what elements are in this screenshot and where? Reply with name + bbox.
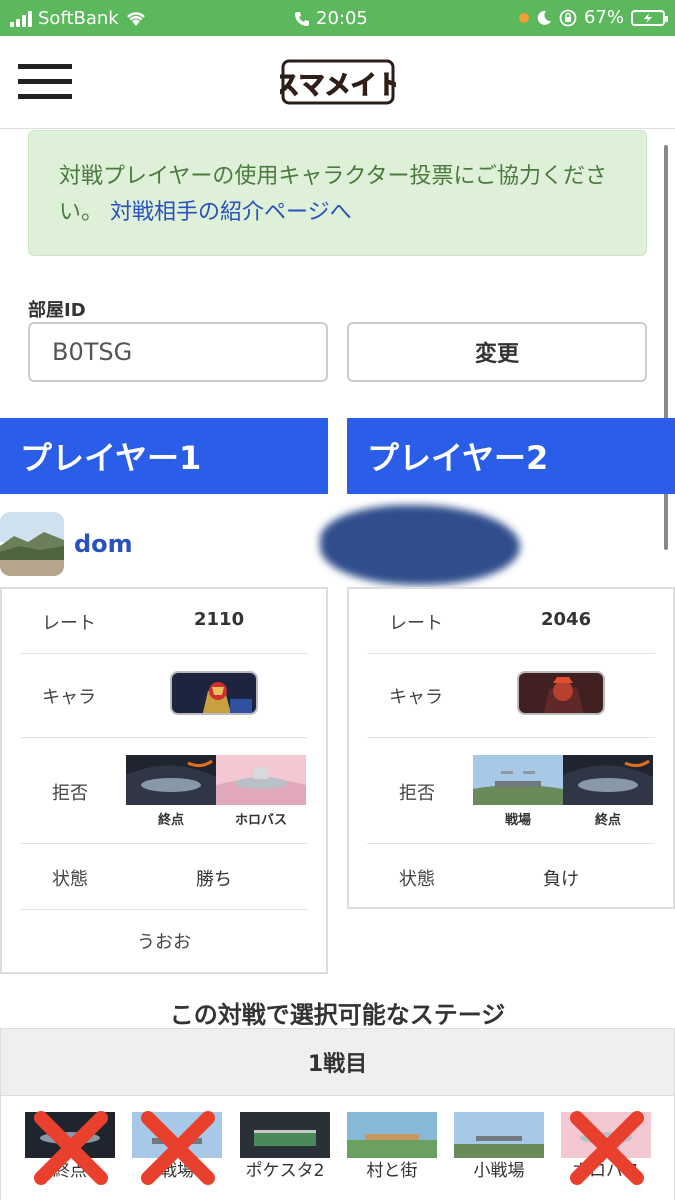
carrier-name: SoftBank — [38, 8, 119, 29]
wifi-icon — [126, 11, 145, 26]
stage-name: 村と街 — [366, 1161, 418, 1181]
reject-stage-thumb — [216, 755, 306, 805]
redacted-player2-identity — [320, 505, 520, 585]
site-logo[interactable]: スマメイト — [280, 56, 396, 108]
stage-name: ポケスタ2 — [245, 1161, 325, 1181]
character-portrait-ganondorf — [517, 671, 605, 715]
player1-info-card: レート 2110 キャラ 拒否 終点 ホロバス 状態 勝ち うおお — [0, 587, 328, 974]
clock: 20:05 — [316, 8, 368, 29]
rate-label: レート — [42, 613, 96, 634]
rate-value: 2110 — [194, 609, 245, 630]
reject-label: 拒否 — [399, 783, 435, 804]
change-room-button[interactable]: 変更 — [347, 322, 647, 382]
room-id-input[interactable]: B0TSG — [28, 322, 328, 382]
phone-icon — [295, 11, 309, 26]
reject-row: 拒否 終点 ホロバス — [20, 737, 308, 844]
reject-stage-name: ホロバス — [234, 813, 287, 828]
reject-stage-name: 戦場 — [504, 813, 531, 828]
status-bar: SoftBank 20:05 67% — [0, 0, 675, 36]
selectable-stages-title: この対戦で選択可能なステージ — [169, 1001, 506, 1029]
moon-icon — [537, 10, 551, 25]
game-number-header[interactable]: 1戦目 — [0, 1028, 675, 1096]
opponent-intro-link[interactable]: 対戦相手の紹介ページへ — [110, 200, 352, 225]
player1-avatar[interactable] — [0, 512, 64, 576]
stage-thumb-small-battlefield[interactable] — [454, 1112, 544, 1158]
player2-info-card: レート 2046 キャラ 拒否 戦場 終点 状態 負け — [347, 587, 675, 909]
reject-stage-thumb — [473, 755, 563, 805]
battery-icon — [631, 9, 668, 26]
recording-dot-icon — [518, 12, 529, 23]
status-value: 負け — [543, 869, 579, 890]
svg-text:スマメイト: スマメイト — [280, 71, 396, 101]
battery-percent: 67% — [583, 7, 624, 28]
reject-stage-name: 終点 — [594, 813, 621, 828]
status-value: 勝ち — [196, 869, 232, 890]
rate-row: レート 2046 — [367, 589, 655, 654]
player1-banner: プレイヤー1 — [0, 418, 328, 494]
menu-icon[interactable] — [18, 64, 72, 100]
banned-x-icon — [141, 1111, 215, 1185]
stage-list: 終点 戦場 ポケスタ2 村と街 小戦場 ホロバス — [0, 1096, 675, 1200]
stage-thumb-pokemon-stadium-2[interactable] — [240, 1112, 330, 1158]
banned-x-icon — [570, 1111, 644, 1185]
reject-stage-thumb — [126, 755, 216, 805]
player2-banner: プレイヤー2 — [347, 418, 675, 494]
site-header: スマメイト — [0, 36, 675, 129]
player1-name[interactable]: dom — [74, 530, 133, 558]
stage-thumb-town-and-city[interactable] — [347, 1112, 437, 1158]
status-label: 状態 — [52, 869, 88, 890]
banned-x-icon — [34, 1111, 108, 1185]
character-portrait-captain-falcon — [170, 671, 258, 715]
character-row: キャラ — [367, 653, 655, 738]
rate-row: レート 2110 — [20, 589, 308, 654]
signal-icon — [10, 10, 32, 27]
rate-value: 2046 — [541, 609, 592, 630]
status-row: 状態 勝ち — [20, 843, 308, 910]
stage-name: 小戦場 — [473, 1161, 525, 1181]
player-comment: うおお — [137, 932, 191, 953]
vote-notice: 対戦プレイヤーの使用キャラクター投票にご協力ください。 対戦相手の紹介ページへ — [28, 130, 647, 256]
reject-label: 拒否 — [52, 783, 88, 804]
rotation-lock-icon — [559, 9, 577, 26]
character-label: キャラ — [42, 687, 96, 708]
rate-label: レート — [389, 613, 443, 634]
room-id-label: 部屋ID — [28, 300, 86, 321]
reject-stage-thumb — [563, 755, 653, 805]
status-row: 状態 負け — [367, 843, 655, 907]
character-row: キャラ — [20, 653, 308, 738]
reject-stage-name: 終点 — [157, 813, 184, 828]
reject-row: 拒否 戦場 終点 — [367, 737, 655, 844]
character-label: キャラ — [389, 687, 443, 708]
status-label: 状態 — [399, 869, 435, 890]
